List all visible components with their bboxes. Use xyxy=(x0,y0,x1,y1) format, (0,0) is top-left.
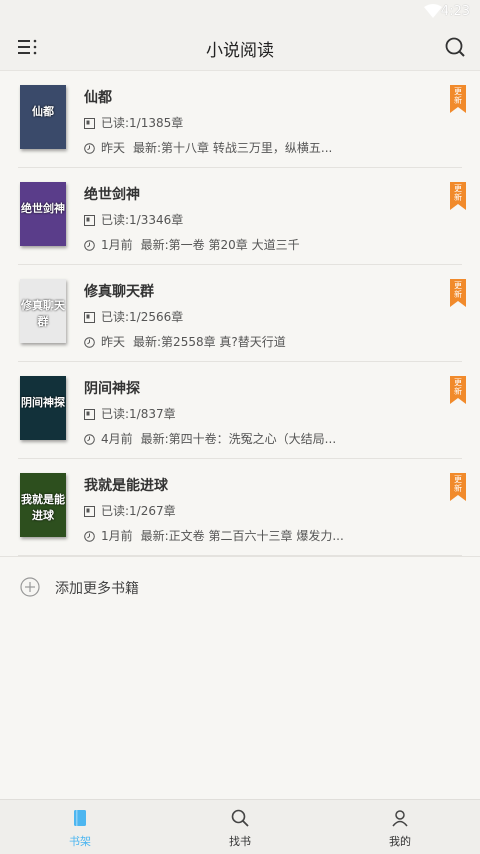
updated-time: 昨天 xyxy=(101,141,126,155)
read-progress: 已读:1/837章 xyxy=(101,407,176,421)
book-title: 阴间神探 xyxy=(84,381,140,397)
book-cover-title: 我就是能进球 xyxy=(21,493,65,522)
latest-chapter-row: 1月前 最新:正文卷 第二百六十三章 爆发力... xyxy=(84,527,344,544)
book-title: 修真聊天群 xyxy=(84,284,154,300)
book-cover[interactable]: 阴间神探 xyxy=(20,376,66,440)
latest-chapter: 最新:第四十卷：洗冤之心（大结局... xyxy=(140,432,337,446)
latest-chapter: 最新:第十八章 转战三万里，纵横五... xyxy=(133,141,333,155)
read-progress-row: 已读:1/837章 xyxy=(84,405,176,422)
update-badge: 更新 xyxy=(450,376,466,404)
add-more-books-label: 添加更多书籍 xyxy=(55,581,139,597)
status-time: 4:23 xyxy=(440,4,470,19)
tab-find-books[interactable]: 找书 xyxy=(160,800,320,854)
latest-chapter: 最新:第一卷 第20章 大道三千 xyxy=(140,238,300,252)
latest-chapter-row: 昨天 最新:第2558章 真?替天行道 xyxy=(84,333,286,350)
update-badge: 更新 xyxy=(450,182,466,210)
bookmark-icon xyxy=(84,312,95,323)
latest-chapter-row: 4月前 最新:第四十卷：洗冤之心（大结局... xyxy=(84,430,336,447)
add-more-books-button[interactable]: 添加更多书籍 xyxy=(0,556,480,617)
book-title: 仙都 xyxy=(84,90,112,106)
tab-mine[interactable]: 我的 xyxy=(320,800,480,854)
updated-time: 1月前 xyxy=(101,529,133,543)
update-badge-label: 更新 xyxy=(454,184,462,202)
status-bar: 4:23 xyxy=(0,0,480,24)
clock-icon xyxy=(84,143,95,154)
book-list-item[interactable]: 修真聊天群 修真聊天群 已读:1/2566章 昨天 最新:第2558章 真?替天行… xyxy=(18,265,466,362)
book-title: 我就是能进球 xyxy=(84,478,168,494)
read-progress-row: 已读:1/3346章 xyxy=(84,211,183,228)
book-cover-title: 修真聊天群 xyxy=(21,299,65,328)
book-cover[interactable]: 仙都 xyxy=(20,85,66,149)
clock-icon xyxy=(84,240,95,251)
book-title: 绝世剑神 xyxy=(84,187,140,203)
tab-label: 我的 xyxy=(389,835,411,848)
read-progress: 已读:1/267章 xyxy=(101,504,176,518)
wifi-icon xyxy=(424,4,442,18)
update-badge-label: 更新 xyxy=(454,87,462,105)
book-cover[interactable]: 我就是能进球 xyxy=(20,473,66,537)
book-cover[interactable]: 修真聊天群 xyxy=(20,279,66,343)
search-book-icon xyxy=(231,809,249,827)
bookmark-icon xyxy=(84,215,95,226)
update-badge: 更新 xyxy=(450,279,466,307)
book-list-item[interactable]: 绝世剑神 绝世剑神 已读:1/3346章 1月前 最新:第一卷 第20章 大道三千… xyxy=(18,168,466,265)
page-title: 小说阅读 xyxy=(206,41,274,61)
update-badge-label: 更新 xyxy=(454,281,462,299)
bookmark-icon xyxy=(84,506,95,517)
bookmark-icon xyxy=(84,118,95,129)
read-progress: 已读:1/2566章 xyxy=(101,310,184,324)
read-progress: 已读:1/3346章 xyxy=(101,213,184,227)
user-icon xyxy=(392,810,408,827)
update-badge-label: 更新 xyxy=(454,475,462,493)
book-cover-title: 绝世剑神 xyxy=(21,202,65,215)
tab-bookshelf[interactable]: 书架 xyxy=(0,800,160,854)
read-progress-row: 已读:1/267章 xyxy=(84,502,176,519)
book-icon xyxy=(74,810,86,826)
latest-chapter: 最新:第2558章 真?替天行道 xyxy=(133,335,286,349)
tab-label: 找书 xyxy=(229,835,251,848)
book-cover[interactable]: 绝世剑神 xyxy=(20,182,66,246)
add-circle-icon xyxy=(20,577,40,597)
updated-time: 昨天 xyxy=(101,335,126,349)
update-badge: 更新 xyxy=(450,473,466,501)
book-cover-title: 阴间神探 xyxy=(21,396,65,409)
updated-time: 1月前 xyxy=(101,238,133,252)
book-list-item[interactable]: 我就是能进球 我就是能进球 已读:1/267章 1月前 最新:正文卷 第二百六十三… xyxy=(18,459,466,556)
clock-icon xyxy=(84,531,95,542)
latest-chapter-row: 1月前 最新:第一卷 第20章 大道三千 xyxy=(84,236,300,253)
update-badge: 更新 xyxy=(450,85,466,113)
bottom-tab-bar: 书架 找书 我的 xyxy=(0,799,480,854)
book-list-item[interactable]: 阴间神探 阴间神探 已读:1/837章 4月前 最新:第四十卷：洗冤之心（大结局.… xyxy=(18,362,466,459)
read-progress: 已读:1/1385章 xyxy=(101,116,184,130)
search-icon[interactable] xyxy=(444,36,466,58)
update-badge-label: 更新 xyxy=(454,378,462,396)
updated-time: 4月前 xyxy=(101,432,133,446)
tab-label: 书架 xyxy=(69,835,91,848)
book-list: 仙都 仙都 已读:1/1385章 昨天 最新:第十八章 转战三万里，纵横五... … xyxy=(0,71,480,556)
read-progress-row: 已读:1/2566章 xyxy=(84,308,183,325)
bookmark-icon xyxy=(84,409,95,420)
latest-chapter: 最新:正文卷 第二百六十三章 爆发力... xyxy=(140,529,344,543)
book-cover-title: 仙都 xyxy=(32,105,54,118)
read-progress-row: 已读:1/1385章 xyxy=(84,114,183,131)
book-list-item[interactable]: 仙都 仙都 已读:1/1385章 昨天 最新:第十八章 转战三万里，纵横五... … xyxy=(18,71,466,168)
clock-icon xyxy=(84,337,95,348)
latest-chapter-row: 昨天 最新:第十八章 转战三万里，纵横五... xyxy=(84,139,332,156)
app-bar: 小说阅读 xyxy=(0,24,480,71)
clock-icon xyxy=(84,434,95,445)
